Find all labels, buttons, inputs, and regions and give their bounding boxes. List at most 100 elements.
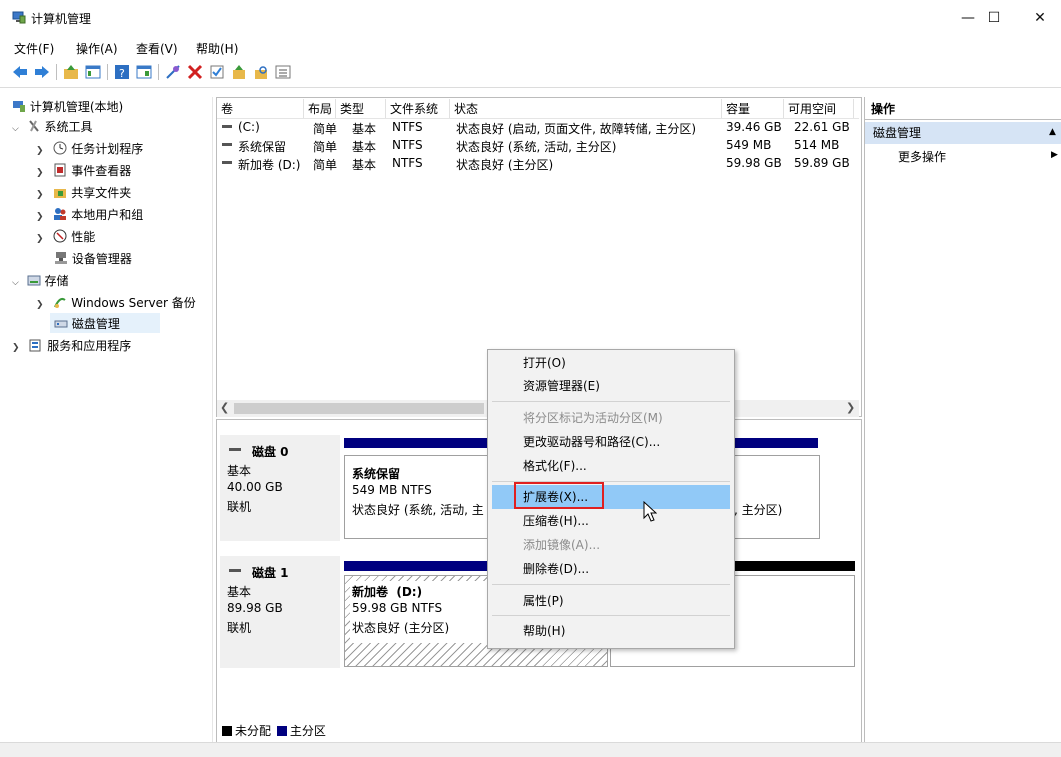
mouse-cursor-icon xyxy=(643,500,658,526)
storage-icon xyxy=(27,273,41,287)
event-viewer-icon xyxy=(53,163,67,177)
tree-label: 服务和应用程序 xyxy=(47,339,132,353)
tree-item-windows-backup[interactable]: ❯ Windows Server 备份 xyxy=(36,294,196,314)
partition-name[interactable]: 系统保留 xyxy=(352,465,400,482)
table-cell: 简单 xyxy=(313,140,338,154)
partition-size: 549 MB NTFS xyxy=(352,483,432,497)
menu-item-open[interactable]: 打开(O) xyxy=(495,352,727,374)
table-cell: 简单 xyxy=(313,122,338,136)
menu-item-shrink-volume[interactable]: 压缩卷(H)... xyxy=(495,510,727,532)
menu-view[interactable]: 查看(V) xyxy=(136,40,178,57)
menu-item-format[interactable]: 格式化(F)... xyxy=(495,455,727,477)
table-cell[interactable]: 新加卷 (D:) xyxy=(238,156,300,173)
column-header-volume[interactable]: 卷 xyxy=(217,99,304,119)
actions-header: 操作 xyxy=(865,98,1061,120)
device-manager-icon xyxy=(54,251,68,265)
column-header-layout[interactable]: 布局 xyxy=(304,99,336,119)
table-cell: 简单 xyxy=(313,158,338,172)
partition-status: , 主分区) xyxy=(734,503,783,517)
forward-icon[interactable] xyxy=(34,64,50,80)
tree-item-storage[interactable]: ⌵ 存储 xyxy=(12,272,69,292)
tree-item-local-users[interactable]: ❯ 本地用户和组 xyxy=(36,206,143,226)
tree-item-performance[interactable]: ❯ 性能 xyxy=(36,228,95,248)
tree-label: 任务计划程序 xyxy=(71,142,144,156)
tree-item-shared-folders[interactable]: ❯ 共享文件夹 xyxy=(36,184,131,204)
performance-icon xyxy=(53,229,67,243)
back-icon[interactable] xyxy=(12,64,28,80)
actions-more[interactable]: 更多操作 xyxy=(898,148,946,165)
maximize-button[interactable]: ☐ xyxy=(971,4,1017,32)
check-icon[interactable] xyxy=(209,64,225,80)
menu-item-explorer[interactable]: 资源管理器(E) xyxy=(495,375,727,397)
collapsed-arrow-icon[interactable]: ❯ xyxy=(36,168,44,178)
backup-icon xyxy=(53,295,67,309)
disk-management-icon xyxy=(54,316,68,330)
column-header-filesystem[interactable]: 文件系统 xyxy=(386,99,450,119)
collapsed-arrow-icon[interactable]: ❯ xyxy=(36,212,44,222)
table-cell[interactable]: (C:) xyxy=(238,120,260,134)
tree-item-system-tools[interactable]: ⌵ 系统工具 xyxy=(12,118,93,138)
tree-item-disk-management[interactable]: 磁盘管理 xyxy=(54,315,120,335)
actions-group-disk-management[interactable]: 磁盘管理 xyxy=(865,122,1061,144)
menu-separator xyxy=(492,401,730,402)
column-header-status[interactable]: 状态 xyxy=(450,99,722,119)
tree-item-device-manager[interactable]: 设备管理器 xyxy=(54,250,132,270)
menu-file[interactable]: 文件(F) xyxy=(14,40,54,57)
column-header-capacity[interactable]: 容量 xyxy=(722,99,784,119)
menu-item-delete-volume[interactable]: 删除卷(D)... xyxy=(495,558,727,580)
table-cell: 基本 xyxy=(352,140,377,154)
tree-item-task-scheduler[interactable]: ❯ 任务计划程序 xyxy=(36,140,143,160)
menu-separator xyxy=(492,584,730,585)
table-cell: 状态良好 (主分区) xyxy=(456,158,554,172)
connect-icon[interactable] xyxy=(165,64,181,80)
tree-item-services-apps[interactable]: ❯ 服务和应用程序 xyxy=(12,337,131,357)
disk-name: 磁盘 0 xyxy=(252,445,289,459)
menu-item-properties[interactable]: 属性(P) xyxy=(495,590,727,612)
search-folder-icon[interactable] xyxy=(253,64,269,80)
expanded-arrow-icon[interactable]: ⌵ xyxy=(12,124,19,134)
menu-item-change-drive-letter[interactable]: 更改驱动器号和路径(C)... xyxy=(495,431,727,453)
collapsed-arrow-icon[interactable]: ❯ xyxy=(36,190,44,200)
help-icon[interactable]: ? xyxy=(114,64,130,80)
scroll-right-icon[interactable]: ❯ xyxy=(846,401,855,414)
computer-management-icon xyxy=(12,99,26,113)
collapsed-arrow-icon[interactable]: ❯ xyxy=(36,234,44,244)
up-folder-icon[interactable] xyxy=(63,64,79,80)
toolbar-border xyxy=(0,87,1061,88)
tree-label: Windows Server 备份 xyxy=(71,296,196,310)
properties-pane-icon[interactable] xyxy=(136,64,152,80)
shared-folder-icon xyxy=(53,185,67,199)
partition-size: 59.98 GB NTFS xyxy=(352,601,443,615)
tree-item-event-viewer[interactable]: ❯ 事件查看器 xyxy=(36,162,131,182)
scroll-left-icon[interactable]: ❮ xyxy=(220,401,229,414)
submenu-arrow-icon[interactable]: ▶ xyxy=(1051,150,1058,160)
clock-icon xyxy=(53,141,67,155)
menu-item-help[interactable]: 帮助(H) xyxy=(495,620,727,642)
table-cell: NTFS xyxy=(392,156,423,170)
up-arrow-folder-icon[interactable] xyxy=(231,64,247,80)
collapsed-arrow-icon[interactable]: ❯ xyxy=(12,343,20,353)
table-cell[interactable]: 系统保留 xyxy=(238,138,286,155)
menu-help[interactable]: 帮助(H) xyxy=(196,40,238,57)
pane-splitter[interactable] xyxy=(212,97,213,742)
collapsed-arrow-icon[interactable]: ❯ xyxy=(36,146,44,156)
collapse-up-icon[interactable]: ▲ xyxy=(1049,127,1056,137)
delete-icon[interactable] xyxy=(187,64,203,80)
scrollbar-thumb[interactable] xyxy=(234,403,484,414)
column-header-free-space[interactable]: 可用空间 xyxy=(784,99,854,119)
close-button[interactable]: ✕ xyxy=(1017,4,1061,32)
table-cell: 549 MB xyxy=(726,138,772,152)
collapsed-arrow-icon[interactable]: ❯ xyxy=(36,300,44,310)
table-cell: 状态良好 (启动, 页面文件, 故障转储, 主分区) xyxy=(456,122,697,136)
callout-box xyxy=(514,482,604,509)
show-hide-tree-icon[interactable] xyxy=(85,64,101,80)
toolbar xyxy=(0,60,1061,84)
column-header-type[interactable]: 类型 xyxy=(336,99,386,119)
expanded-arrow-icon[interactable]: ⌵ xyxy=(12,278,19,288)
table-cell: 22.61 GB xyxy=(794,120,850,134)
header-divider xyxy=(217,118,859,119)
tree-item-root[interactable]: 计算机管理(本地) xyxy=(12,98,123,118)
list-view-icon[interactable] xyxy=(275,64,291,80)
tree-label: 磁盘管理 xyxy=(71,317,120,331)
menu-action[interactable]: 操作(A) xyxy=(76,40,118,57)
